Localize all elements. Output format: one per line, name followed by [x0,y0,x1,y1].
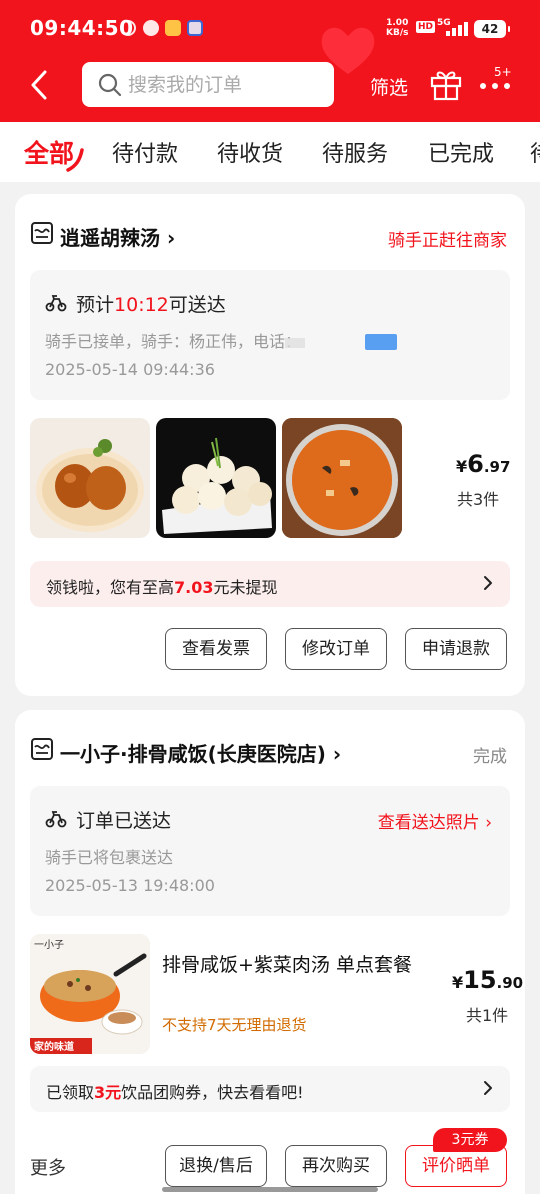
order-price: ¥15.90 [452,966,523,994]
search-icon [98,73,122,97]
home-indicator[interactable] [162,1187,378,1192]
rider-info: 骑手已接单，骑手：杨正伟，电话： [45,332,302,351]
redacted-phone [285,338,305,348]
item-count: 共1件 [466,1006,509,1025]
tab-pending-receipt[interactable]: 待收货 [217,136,283,168]
top-header: 09:44:50 1.00 KB/s HD 5G 42 筛选 [0,0,540,122]
tab-pending-payment[interactable]: 待付款 [112,136,178,168]
soup-photo [282,418,402,538]
more-badge: 5+ [494,65,512,79]
gift-icon[interactable] [428,66,464,102]
buy-again-button[interactable]: 再次购买 [285,1145,387,1187]
coupon-before: 已领取 [46,1083,95,1102]
product-thumbnail[interactable] [282,418,402,538]
price-currency: ¥ [452,973,464,992]
search-box[interactable] [82,62,334,107]
rice-pot-photo: 一小子 家的味道 [30,934,150,1054]
cashback-after: 元未提现 [213,578,278,597]
chevron-right-icon: › [332,742,342,766]
item-title: 排骨咸饭+紫菜肉汤 单点套餐 [162,954,412,976]
item-count: 共3件 [457,490,500,509]
item-note: 不支持7天无理由退货 [162,1016,307,1034]
price-integer: 6 [467,450,484,478]
cashback-banner[interactable]: 领钱啦，您有至高7.03元未提现 [30,561,510,607]
price-decimal: .90 [496,974,524,992]
app-notification-icon [165,20,181,36]
shop-icon [31,738,53,760]
coupon-amount: 3元 [94,1083,122,1102]
eta-text: 预计10:12可送达 [76,290,226,317]
back-arrow-icon[interactable] [26,68,56,102]
view-invoice-button[interactable]: 查看发票 [165,628,267,670]
chevron-right-icon [484,1081,492,1095]
coupon-badge: 3元券 [433,1128,507,1152]
app-notification-icon [187,20,203,36]
order-price: ¥6.97 [456,450,510,478]
coupon-banner[interactable]: 已领取3元饮品团购券，快去看看吧! [30,1066,510,1112]
scooter-icon [45,811,67,828]
battery-icon: 42 [474,20,510,38]
view-photos-label: 查看送达照片 [377,813,480,833]
delivery-panel[interactable]: 订单已送达 查看送达照片 › 骑手已将包裹送达 2025-05-13 19:48… [30,786,510,916]
shop-name-link[interactable]: 一小子·排骨咸饭(长庚医院店) › [60,738,341,767]
return-after-sales-button[interactable]: 退换/售后 [165,1145,267,1187]
order-card[interactable]: 一小子·排骨咸饭(长庚医院店) › 完成 订单已送达 查看送达照片 › 骑手已将… [15,710,525,1194]
search-input[interactable] [128,70,324,99]
fried-buns-photo [162,437,272,534]
shop-name-link[interactable]: 逍遥胡辣汤 › [60,222,175,251]
product-thumbnail[interactable] [156,418,276,538]
request-refund-button[interactable]: 申请退款 [405,628,507,670]
tab-partial[interactable]: 待 [530,136,540,168]
filter-button[interactable]: 筛选 [370,73,408,100]
notification-icon [120,20,136,36]
redacted-phone [365,334,397,350]
status-bar: 09:44:50 1.00 KB/s HD 5G 42 [0,0,540,58]
product-thumbnail[interactable]: 一小子 家的味道 [30,934,150,1054]
hd-badge: HD [416,21,436,33]
eta-prefix: 预计 [76,294,115,316]
tea-eggs-photo [36,439,144,532]
coupon-after: 饮品团购券，快去看看吧! [121,1083,304,1102]
net-speed: 1.00 KB/s [386,18,408,38]
signal-icon [446,22,468,36]
order-timestamp: 2025-05-14 09:44:36 [45,360,215,379]
coupon-text: 已领取3元饮品团购券，快去看看吧! [46,1079,304,1103]
more-actions-link[interactable]: 更多 [30,1154,66,1180]
price-decimal: .97 [483,458,511,476]
eta-suffix: 可送达 [168,294,226,316]
eta-time: 10:12 [114,294,169,316]
tab-completed[interactable]: 已完成 [428,136,494,168]
price-currency: ¥ [456,457,468,476]
shop-name: 一小子·排骨咸饭(长庚医院店) [60,742,326,766]
order-timestamp: 2025-05-13 19:48:00 [45,876,215,895]
chevron-right-icon: › [479,813,492,833]
cashback-text: 领钱啦，您有至高7.03元未提现 [46,574,278,598]
chevron-right-icon: › [166,226,176,250]
view-delivery-photos-link[interactable]: 查看送达照片 › [378,808,492,833]
net-speed-value: 1.00 [386,18,409,28]
net-speed-unit: KB/s [386,28,409,38]
shop-icon [31,222,53,244]
order-status: 骑手正赶往商家 [388,231,507,251]
delivery-panel[interactable]: 预计10:12可送达 骑手已接单，骑手：杨正伟，电话： 2025-05-14 0… [30,270,510,400]
app-notification-icon [143,20,159,36]
thumb-brand: 一小子 [34,939,64,951]
scooter-icon [45,295,67,312]
delivered-title: 订单已送达 [76,810,172,832]
cashback-amount: 7.03 [174,578,214,597]
status-time: 09:44:50 [30,16,134,40]
product-thumbnail[interactable] [30,418,150,538]
cashback-before: 领钱啦，您有至高 [46,578,175,597]
rider-info: 骑手已将包裹送达 [45,848,174,867]
modify-order-button[interactable]: 修改订单 [285,628,387,670]
shop-name: 逍遥胡辣汤 [60,226,160,250]
thumb-caption: 家的味道 [34,1040,74,1053]
order-status: 完成 [473,747,507,767]
chevron-right-icon [484,576,492,590]
order-card[interactable]: 逍遥胡辣汤 › 骑手正赶往商家 预计10:12可送达 骑手已接单，骑手：杨正伟，… [15,194,525,696]
tab-pending-service[interactable]: 待服务 [322,136,388,168]
tab-active-indicator [66,148,84,172]
price-integer: 15 [463,966,497,994]
